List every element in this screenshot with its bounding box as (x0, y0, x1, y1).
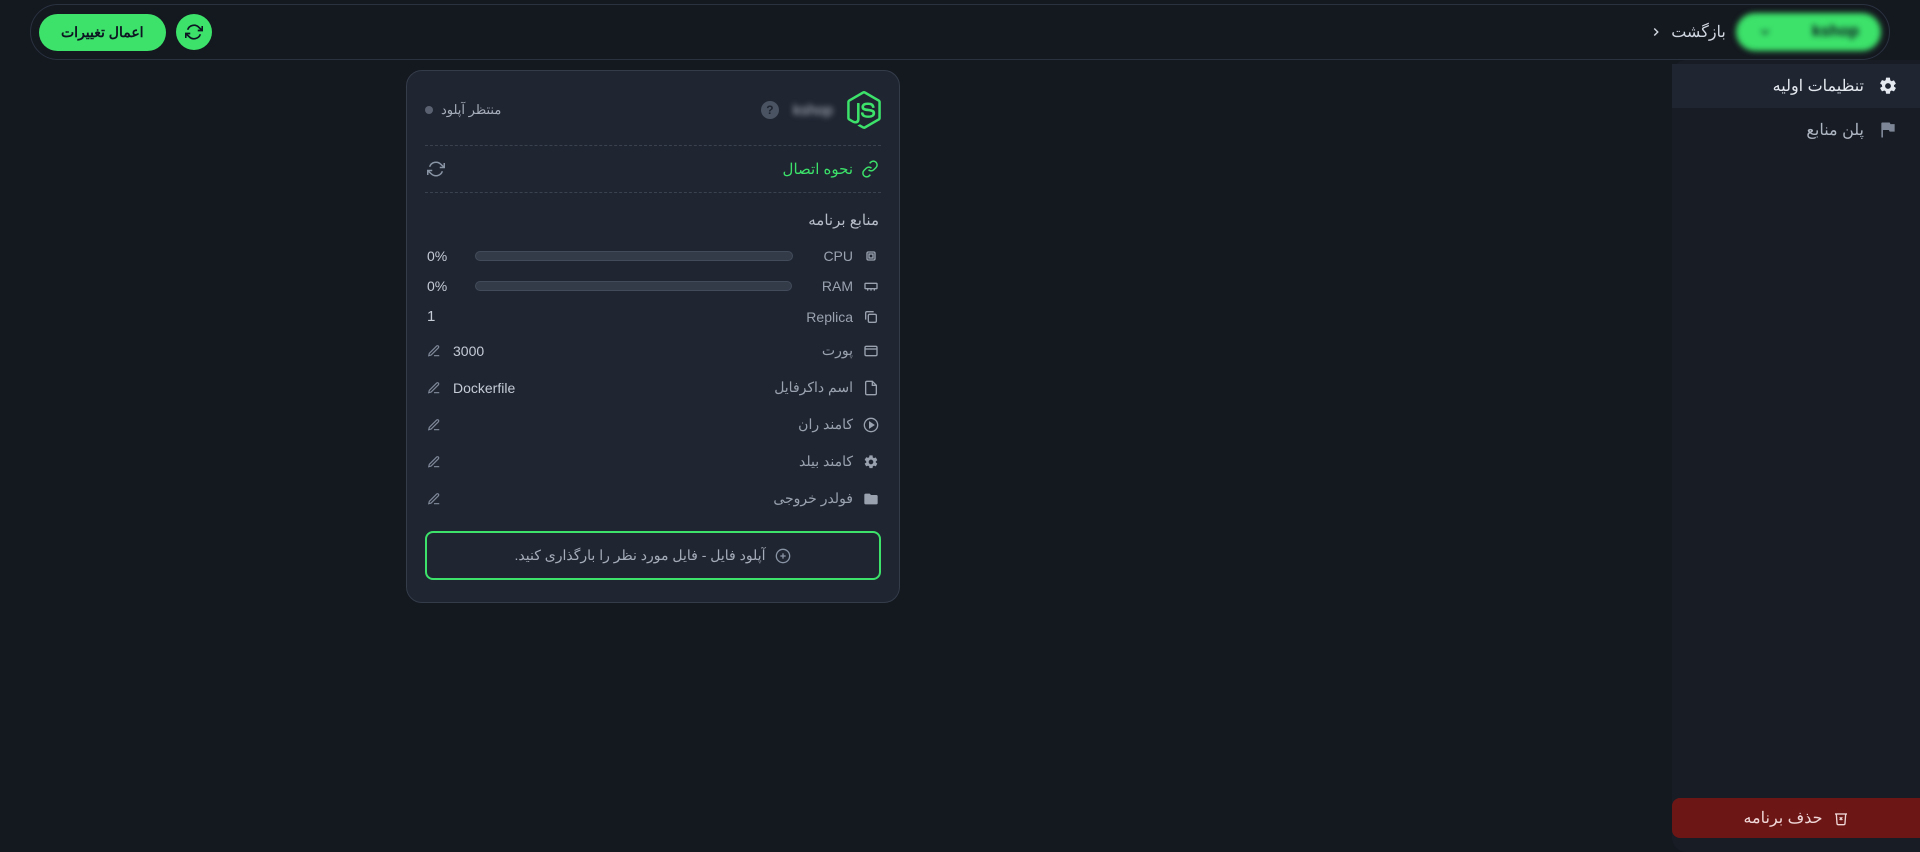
ram-bar-wrap: 0% (427, 278, 792, 294)
app-name: kshop (793, 102, 833, 119)
sidebar: تنظیمات اولیه پلن منابع حذف برنامه (1672, 60, 1920, 852)
run-cmd-label: کامند ران (798, 416, 853, 433)
chevron-down-icon (1758, 25, 1772, 39)
ram-icon (863, 278, 879, 294)
folder-icon (863, 491, 879, 507)
port-icon (863, 343, 879, 359)
build-cmd-label-group: کامند بیلد (799, 453, 879, 470)
edit-build-cmd-button[interactable] (427, 455, 441, 469)
link-icon (861, 160, 879, 178)
output-folder-label-group: فولدر خروجی (773, 490, 879, 507)
run-cmd-label-group: کامند ران (798, 416, 879, 433)
resource-row-ram: RAM 0% (425, 271, 881, 301)
status-dot-icon (425, 106, 433, 114)
ram-label-group: RAM (822, 278, 879, 294)
replica-label: Replica (806, 309, 853, 325)
ram-bar (475, 281, 792, 291)
apply-label: اعمال تغییرات (61, 24, 144, 40)
port-value-wrap: 3000 (427, 343, 484, 359)
flag-icon (1878, 120, 1898, 140)
plus-circle-icon (775, 548, 791, 564)
dropdown-label: kshop (1812, 23, 1859, 41)
cpu-value: 0% (427, 248, 461, 264)
dockerfile-value-wrap: Dockerfile (427, 380, 515, 396)
sidebar-item-label: تنظیمات اولیه (1773, 76, 1864, 96)
port-label-group: پورت (822, 342, 879, 359)
edit-output-folder-button[interactable] (427, 492, 441, 506)
config-row-output-folder: فولدر خروجی (425, 480, 881, 517)
back-label: بازگشت (1671, 22, 1726, 42)
config-row-run-command: کامند ران (425, 406, 881, 443)
edit-run-cmd-button[interactable] (427, 418, 441, 432)
card-header: kshop ? منتظر آپلود (425, 91, 881, 146)
card-header-right: kshop ? (761, 91, 881, 129)
output-folder-label: فولدر خروجی (773, 490, 853, 507)
sidebar-item-resource-plan[interactable]: پلن منابع (1672, 108, 1920, 152)
cpu-bar-wrap: 0% (427, 248, 793, 264)
delete-label: حذف برنامه (1743, 808, 1822, 828)
delete-program-button[interactable]: حذف برنامه (1672, 798, 1920, 838)
topbar-left-group: اعمال تغییرات (39, 14, 212, 51)
help-icon[interactable]: ? (761, 101, 779, 119)
config-row-port: پورت 3000 (425, 332, 881, 369)
cpu-label-group: CPU (823, 248, 879, 264)
cpu-bar (475, 251, 793, 261)
trash-icon (1833, 810, 1849, 826)
replica-value: 1 (427, 308, 435, 325)
config-row-build-command: کامند بیلد (425, 443, 881, 480)
refresh-icon (185, 23, 203, 41)
chevron-right-icon (1649, 25, 1663, 39)
port-value: 3000 (453, 343, 484, 359)
cpu-label: CPU (823, 248, 853, 264)
file-icon (863, 380, 879, 396)
cpu-icon (863, 248, 879, 264)
run-cmd-value-wrap (427, 418, 453, 432)
apply-changes-button[interactable]: اعمال تغییرات (39, 14, 166, 51)
sidebar-item-initial-settings[interactable]: تنظیمات اولیه (1672, 64, 1920, 108)
replica-label-group: Replica (806, 309, 879, 325)
back-link[interactable]: بازگشت (1649, 22, 1726, 42)
build-cmd-value-wrap (427, 455, 453, 469)
topbar: kshop بازگشت اعمال تغییرات (30, 4, 1890, 60)
app-card: kshop ? منتظر آپلود نحوه اتصال منابع برن… (406, 70, 900, 603)
project-dropdown[interactable]: kshop (1736, 13, 1881, 51)
resource-row-cpu: CPU 0% (425, 241, 881, 271)
connection-link[interactable]: نحوه اتصال (783, 160, 879, 178)
edit-port-button[interactable] (427, 344, 441, 358)
connection-label: نحوه اتصال (783, 160, 853, 178)
connection-row: نحوه اتصال (425, 146, 881, 193)
topbar-right-group: kshop بازگشت (1649, 13, 1881, 51)
build-cmd-label: کامند بیلد (799, 453, 853, 470)
dockerfile-label-group: اسم داکرفایل (774, 379, 879, 396)
status-text: منتظر آپلود (441, 102, 501, 118)
dockerfile-label: اسم داکرفایل (774, 379, 853, 396)
upload-text: آپلود فایل - فایل مورد نظر را بارگذاری ک… (515, 547, 766, 564)
ram-value: 0% (427, 278, 461, 294)
dockerfile-value: Dockerfile (453, 380, 515, 396)
resources-title: منابع برنامه (425, 193, 881, 241)
config-row-dockerfile: اسم داکرفایل Dockerfile (425, 369, 881, 406)
reload-icon[interactable] (427, 160, 445, 178)
gear-icon (1878, 76, 1898, 96)
output-folder-value-wrap (427, 492, 453, 506)
status-indicator: منتظر آپلود (425, 102, 501, 118)
gear-small-icon (863, 454, 879, 470)
upload-file-box[interactable]: آپلود فایل - فایل مورد نظر را بارگذاری ک… (425, 531, 881, 580)
sidebar-item-label: پلن منابع (1806, 120, 1864, 140)
refresh-button[interactable] (176, 14, 212, 50)
port-label: پورت (822, 342, 853, 359)
replica-icon (863, 309, 879, 325)
play-icon (863, 417, 879, 433)
resource-row-replica: Replica 1 (425, 301, 881, 332)
ram-label: RAM (822, 278, 853, 294)
nodejs-icon (847, 91, 881, 129)
edit-dockerfile-button[interactable] (427, 381, 441, 395)
